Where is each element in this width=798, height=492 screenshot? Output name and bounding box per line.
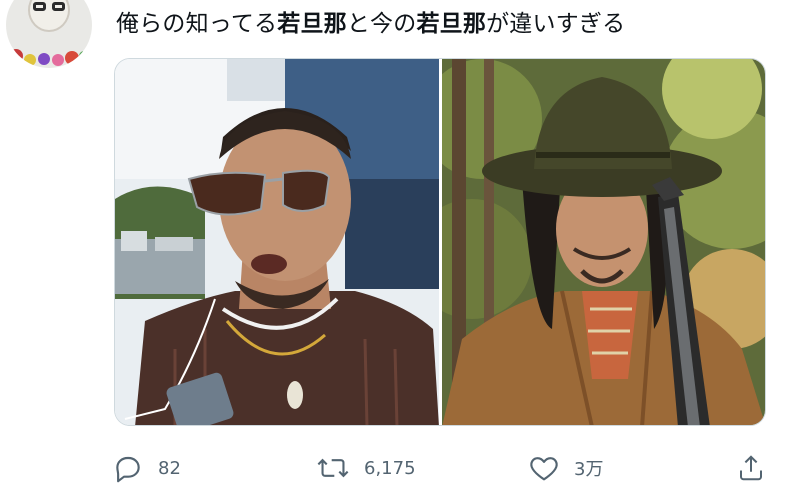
- avatar-glasses: [52, 2, 65, 11]
- retweet-count: 6,175: [364, 457, 416, 479]
- author-avatar[interactable]: [6, 0, 92, 68]
- tweet-text-bold: 若旦那: [416, 11, 487, 37]
- tweet-text-segment: と今の: [346, 11, 417, 37]
- tweet-text-segment: 俺らの知ってる: [116, 11, 278, 37]
- tweet-text: 俺らの知ってる若旦那と今の若旦那が違いすぎる: [116, 9, 625, 39]
- photo-left[interactable]: [115, 59, 439, 425]
- like-count: 3万: [574, 459, 604, 480]
- photo-right[interactable]: [441, 59, 765, 425]
- retweet-arrows-icon: [317, 458, 349, 478]
- like-button[interactable]: 3万: [528, 448, 603, 488]
- speech-bubble-icon: [116, 456, 140, 483]
- avatar-glasses: [33, 2, 46, 11]
- reply-button[interactable]: 82: [112, 448, 181, 488]
- share-upload-icon: [740, 455, 762, 481]
- retweet-button[interactable]: 6,175: [316, 448, 416, 488]
- tweet-actions: 82 6,175 3万: [112, 448, 772, 488]
- share-button[interactable]: [736, 448, 780, 488]
- tweet-text-bold: 若旦那: [277, 11, 347, 37]
- reply-count: 82: [158, 457, 181, 479]
- heart-outline-icon: [530, 457, 558, 481]
- avatar-flowers: [9, 49, 89, 66]
- tweet-text-segment: が違いすぎる: [486, 11, 626, 37]
- media-grid: [114, 58, 766, 426]
